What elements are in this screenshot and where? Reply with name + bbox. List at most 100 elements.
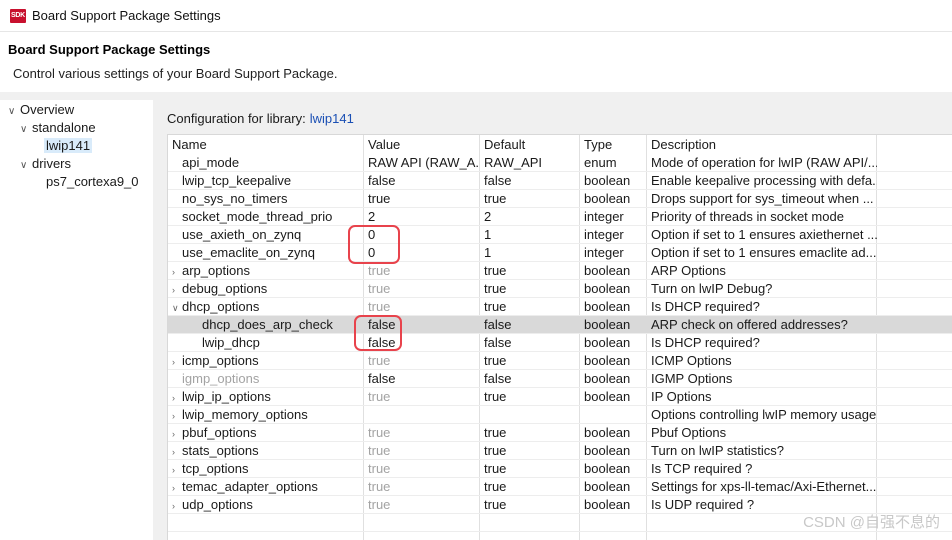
chevron-down-icon[interactable]: ∨ <box>20 121 32 139</box>
cell-type: boolean <box>584 371 631 386</box>
column-header-description[interactable]: Description <box>647 135 952 154</box>
table-row[interactable]: › arp_options true true boolean ARP Options <box>168 262 952 280</box>
table-row[interactable]: › debug_options true true boolean Turn on lwI… <box>168 280 952 298</box>
cell-value[interactable]: true <box>364 424 480 442</box>
chevron-down-icon[interactable]: ∨ <box>172 299 182 316</box>
chevron-right-icon[interactable]: › <box>172 461 182 478</box>
cell-name: › udp_options <box>168 496 364 514</box>
table-row[interactable]: igmp_options false false boolean IGMP Option… <box>168 370 952 388</box>
cell-value[interactable]: false <box>364 334 480 352</box>
cell-value[interactable]: true <box>364 190 480 208</box>
watermark: CSDN @自强不息的 <box>803 514 940 531</box>
cell-type: boolean <box>584 173 631 188</box>
cell-value[interactable]: 0 <box>364 244 480 262</box>
tree-item-standalone[interactable]: ∨ standalone <box>20 119 96 137</box>
cell-default: true <box>484 425 507 440</box>
cell-value[interactable]: true <box>364 478 480 496</box>
config-library-label: Configuration for library: lwip141 <box>167 111 354 126</box>
cell-name: › pbuf_options <box>168 424 364 442</box>
cell-value[interactable]: false <box>364 172 480 190</box>
cell-value[interactable]: true <box>364 280 480 298</box>
column-header-value[interactable]: Value <box>364 135 480 154</box>
cell-type: boolean <box>584 191 631 206</box>
cell-type <box>580 406 647 424</box>
chevron-right-icon[interactable]: › <box>172 443 182 460</box>
tree-item-ps7-cortexa9-0[interactable]: ps7_cortexa9_0 <box>46 173 139 191</box>
column-header-type[interactable]: Type <box>580 135 647 154</box>
chevron-right-icon[interactable]: › <box>172 497 182 514</box>
cell-value[interactable]: 2 <box>364 208 480 226</box>
cell-value[interactable]: true <box>364 388 480 406</box>
chevron-right-icon[interactable]: › <box>172 263 182 280</box>
chevron-right-icon[interactable]: › <box>172 353 182 370</box>
cell-description: ICMP Options <box>651 353 732 368</box>
cell-type: integer <box>584 227 624 242</box>
table-row[interactable]: › lwip_memory_options Options controlling … <box>168 406 952 424</box>
table-row[interactable]: socket_mode_thread_prio 2 2 integer Priority… <box>168 208 952 226</box>
cell-default: false <box>484 335 512 350</box>
cell-default: true <box>484 191 507 206</box>
tree-item-lwip141[interactable]: lwip141 <box>44 137 93 155</box>
cell-description: ARP check on offered addresses? <box>651 317 848 332</box>
cell-default: false <box>484 317 512 332</box>
library-name: lwip141 <box>309 111 354 126</box>
cell-value[interactable]: true <box>364 496 480 514</box>
table-row[interactable]: api_mode RAW API (RAW_A... RAW_API enum Mode… <box>168 154 952 172</box>
cell-name: › debug_options <box>168 280 364 298</box>
cell-description: Priority of threads in socket mode <box>651 209 844 224</box>
cell-value[interactable]: true <box>364 460 480 478</box>
cell-description: Option if set to 1 ensures emaclite ad..… <box>651 245 877 260</box>
chevron-right-icon[interactable]: › <box>172 281 182 298</box>
cell-description: Settings for xps-ll-temac/Axi-Ethernet..… <box>651 479 877 494</box>
cell-value[interactable]: false <box>364 370 480 388</box>
table-row[interactable]: lwip_tcp_keepalive false false boolean Enabl… <box>168 172 952 190</box>
chevron-down-icon[interactable]: ∨ <box>20 157 32 175</box>
cell-value[interactable]: true <box>364 298 480 316</box>
table-row[interactable]: ∨ dhcp_options true true boolean Is DHCP requ… <box>168 298 952 316</box>
cell-name: › temac_adapter_options <box>168 478 364 496</box>
table-row[interactable]: dhcp_does_arp_check false false boolean ARP … <box>168 316 952 334</box>
cell-value[interactable]: false <box>364 316 480 334</box>
cell-value[interactable]: RAW API (RAW_A... <box>364 154 480 172</box>
cell-default: true <box>484 461 507 476</box>
table-row[interactable]: › lwip_ip_options true true boolean IP Option… <box>168 388 952 406</box>
cell-description: Turn on lwIP statistics? <box>651 443 784 458</box>
chevron-right-icon[interactable]: › <box>172 425 182 442</box>
chevron-down-icon[interactable]: ∨ <box>8 103 20 121</box>
settings-table: Name Value Default Type Description api_… <box>167 134 952 540</box>
cell-value[interactable] <box>364 406 480 424</box>
cell-default: true <box>484 479 507 494</box>
chevron-right-icon[interactable]: › <box>172 389 182 406</box>
column-header-name[interactable]: Name <box>168 135 364 154</box>
cell-value[interactable]: true <box>364 352 480 370</box>
column-header-default[interactable]: Default <box>480 135 580 154</box>
table-row[interactable]: › temac_adapter_options true true boolean Set… <box>168 478 952 496</box>
cell-type: boolean <box>584 497 631 512</box>
cell-description: ARP Options <box>651 263 726 278</box>
tree-item-drivers[interactable]: ∨ drivers <box>20 155 71 173</box>
table-row[interactable]: › pbuf_options true true boolean Pbuf Options <box>168 424 952 442</box>
table-row[interactable]: lwip_dhcp false false boolean Is DHCP requir… <box>168 334 952 352</box>
table-row[interactable]: › stats_options true true boolean Turn on lwI… <box>168 442 952 460</box>
cell-value[interactable]: 0 <box>364 226 480 244</box>
table-row[interactable]: › tcp_options true true boolean Is TCP requir… <box>168 460 952 478</box>
cell-default: true <box>484 353 507 368</box>
cell-type: boolean <box>584 479 631 494</box>
cell-default: true <box>484 263 507 278</box>
table-row[interactable]: › icmp_options true true boolean ICMP Options <box>168 352 952 370</box>
chevron-right-icon[interactable]: › <box>172 407 182 424</box>
cell-value[interactable]: true <box>364 442 480 460</box>
chevron-right-icon[interactable]: › <box>172 479 182 496</box>
table-row[interactable]: use_emaclite_on_zynq 0 1 integer Option if s… <box>168 244 952 262</box>
cell-name: lwip_dhcp <box>202 335 260 350</box>
tree-item-overview[interactable]: ∨ Overview <box>8 101 74 119</box>
cell-type: boolean <box>584 443 631 458</box>
cell-type: boolean <box>584 461 631 476</box>
table-row[interactable]: no_sys_no_timers true true boolean Drops sup… <box>168 190 952 208</box>
cell-value[interactable]: true <box>364 262 480 280</box>
settings-tree: ∨ Overview ∨ standalone lwip141 ∨ drivers p… <box>0 100 153 540</box>
cell-description: Turn on lwIP Debug? <box>651 281 773 296</box>
cell-description: Pbuf Options <box>651 425 727 440</box>
cell-description: Is DHCP required? <box>651 299 760 314</box>
table-row[interactable]: use_axieth_on_zynq 0 1 integer Option if set… <box>168 226 952 244</box>
